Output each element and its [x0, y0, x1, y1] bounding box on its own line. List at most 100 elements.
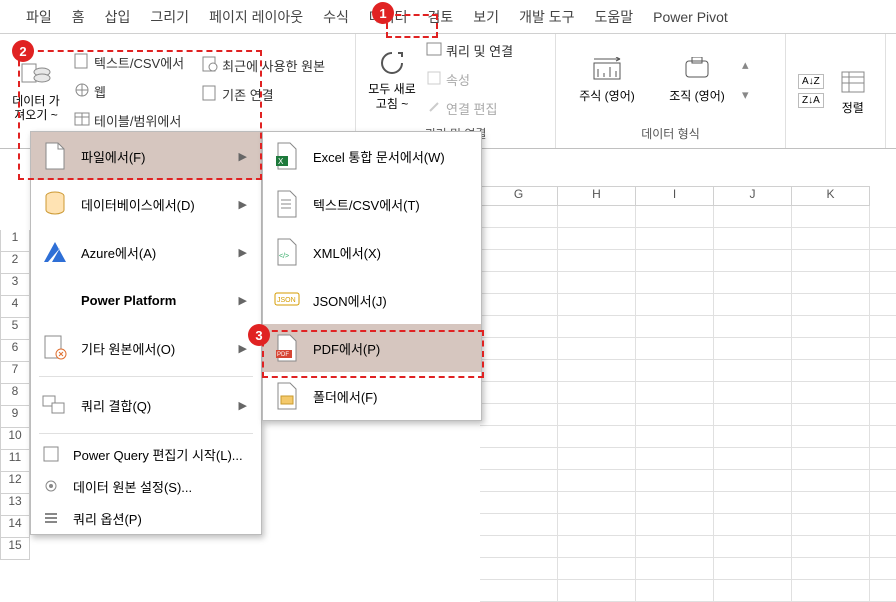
submenu-from-xml[interactable]: </> XML에서(X) — [263, 228, 481, 276]
cell[interactable] — [792, 360, 870, 382]
cell[interactable] — [870, 492, 896, 514]
cell[interactable] — [870, 448, 896, 470]
queries-connections-button[interactable]: 쿼리 및 연결 — [422, 39, 517, 62]
cell[interactable] — [792, 294, 870, 316]
row-header[interactable]: 5 — [0, 318, 30, 340]
cell[interactable] — [558, 426, 636, 448]
cell[interactable] — [636, 492, 714, 514]
cell[interactable] — [558, 250, 636, 272]
cell[interactable] — [792, 250, 870, 272]
datatype-up-icon[interactable]: ▴ — [742, 57, 749, 73]
cell[interactable] — [870, 514, 896, 536]
cell[interactable] — [714, 426, 792, 448]
refresh-all-button[interactable]: 모두 새로 고침 ~ — [362, 36, 422, 123]
menu-from-other[interactable]: 기타 원본에서(O) ▶ — [31, 324, 261, 372]
cell[interactable] — [714, 316, 792, 338]
cell[interactable] — [870, 360, 896, 382]
cell[interactable] — [558, 448, 636, 470]
cell[interactable] — [480, 558, 558, 580]
submenu-from-folder[interactable]: 폴더에서(F) — [263, 372, 481, 420]
menu-combine-queries[interactable]: 쿼리 결합(Q) ▶ — [31, 381, 261, 429]
cell[interactable] — [714, 492, 792, 514]
row-header[interactable]: 3 — [0, 274, 30, 296]
col-header[interactable]: G — [480, 186, 558, 206]
cell[interactable] — [792, 470, 870, 492]
cell[interactable] — [792, 514, 870, 536]
cell[interactable] — [714, 272, 792, 294]
cell[interactable] — [792, 426, 870, 448]
row-header[interactable]: 4 — [0, 296, 30, 318]
cell[interactable] — [480, 404, 558, 426]
cell[interactable] — [558, 294, 636, 316]
tab-file[interactable]: 파일 — [16, 0, 62, 35]
col-header[interactable]: J — [714, 186, 792, 206]
cell[interactable] — [870, 316, 896, 338]
cell[interactable] — [558, 514, 636, 536]
row-header[interactable]: 11 — [0, 450, 30, 472]
edit-links-button[interactable]: 연결 편집 — [422, 97, 517, 120]
properties-button[interactable]: 속성 — [422, 68, 517, 91]
cell[interactable] — [558, 228, 636, 250]
menu-from-database[interactable]: 데이터베이스에서(D) ▶ — [31, 180, 261, 228]
cell[interactable] — [636, 206, 714, 228]
row-header[interactable]: 12 — [0, 472, 30, 494]
cell[interactable] — [480, 272, 558, 294]
cell[interactable] — [870, 294, 896, 316]
cell[interactable] — [792, 580, 870, 602]
cell[interactable] — [792, 382, 870, 404]
tab-insert[interactable]: 삽입 — [95, 0, 141, 35]
cell[interactable] — [558, 338, 636, 360]
cell[interactable] — [636, 228, 714, 250]
row-header[interactable]: 15 — [0, 538, 30, 560]
cell[interactable] — [870, 338, 896, 360]
cell[interactable] — [792, 206, 870, 228]
cell[interactable] — [714, 294, 792, 316]
cell[interactable] — [792, 558, 870, 580]
cell[interactable] — [480, 360, 558, 382]
cell[interactable] — [558, 382, 636, 404]
cell[interactable] — [636, 426, 714, 448]
menu-data-source-settings[interactable]: 데이터 원본 설정(S)... — [31, 470, 261, 502]
cell[interactable] — [558, 536, 636, 558]
cell[interactable] — [636, 514, 714, 536]
cell[interactable] — [714, 228, 792, 250]
cell[interactable] — [636, 250, 714, 272]
cell[interactable] — [792, 536, 870, 558]
org-button[interactable]: 조직 (영어) — [652, 51, 742, 107]
cell[interactable] — [558, 272, 636, 294]
cell[interactable] — [480, 382, 558, 404]
cell[interactable] — [480, 514, 558, 536]
cell[interactable] — [870, 272, 896, 294]
cell[interactable] — [792, 404, 870, 426]
cell[interactable] — [480, 448, 558, 470]
cell[interactable] — [870, 426, 896, 448]
cell[interactable] — [558, 580, 636, 602]
cell[interactable] — [792, 228, 870, 250]
row-header[interactable]: 13 — [0, 494, 30, 516]
tab-formulas[interactable]: 수식 — [313, 0, 359, 35]
cell[interactable] — [870, 228, 896, 250]
cell[interactable] — [714, 360, 792, 382]
datatype-down-icon[interactable]: ▾ — [742, 87, 749, 103]
cell[interactable] — [480, 206, 558, 228]
col-header[interactable]: I — [636, 186, 714, 206]
cell[interactable] — [558, 404, 636, 426]
cell[interactable] — [714, 404, 792, 426]
cell[interactable] — [714, 514, 792, 536]
tab-view[interactable]: 보기 — [463, 0, 509, 35]
cell[interactable] — [480, 316, 558, 338]
cell[interactable] — [636, 558, 714, 580]
submenu-from-text-csv[interactable]: 텍스트/CSV에서(T) — [263, 180, 481, 228]
cell[interactable] — [636, 272, 714, 294]
cell[interactable] — [714, 558, 792, 580]
cell[interactable] — [636, 360, 714, 382]
cell[interactable] — [558, 492, 636, 514]
cell[interactable] — [558, 558, 636, 580]
col-header[interactable]: H — [558, 186, 636, 206]
cell[interactable] — [558, 360, 636, 382]
cell[interactable] — [636, 316, 714, 338]
cell[interactable] — [714, 250, 792, 272]
cell[interactable] — [870, 250, 896, 272]
menu-from-azure[interactable]: Azure에서(A) ▶ — [31, 228, 261, 276]
cell[interactable] — [636, 536, 714, 558]
